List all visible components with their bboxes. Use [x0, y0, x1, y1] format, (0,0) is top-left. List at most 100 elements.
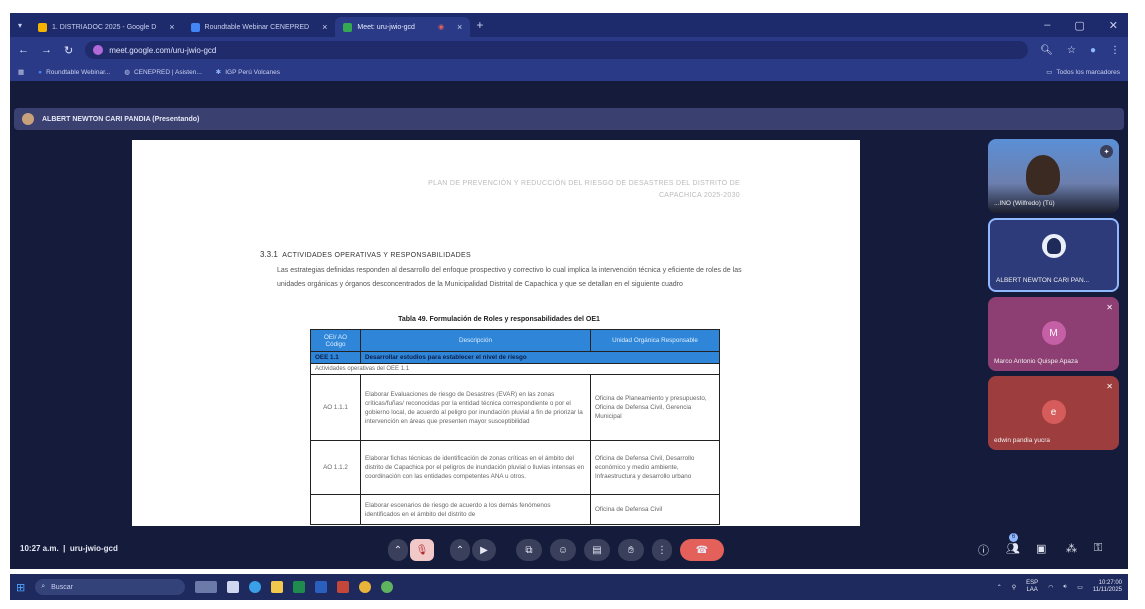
participant-tile-self[interactable]: ✦ ...INO (Wilfredo) (Tú): [988, 139, 1119, 213]
meeting-details-icon[interactable]: ⓘ: [978, 542, 989, 558]
bookmark-roundtable[interactable]: ● Roundtable Webinar...: [38, 69, 110, 76]
system-tray: ⌃ ⚲ ESP LAA ◠ 🔉︎ ▭ 10:27:00 11/11/2025: [997, 580, 1122, 594]
table-sub-label: Actividades operativas del OEE 1.1: [310, 363, 720, 375]
close-tab-icon[interactable]: ×: [322, 22, 327, 32]
tray-chevron-icon[interactable]: ⌃: [997, 584, 1002, 591]
chat-icon[interactable]: ▣: [1036, 542, 1046, 555]
section-title: ACTIVIDADES OPERATIVAS Y RESPONSABILIDAD…: [282, 252, 471, 259]
forward-icon[interactable]: →: [41, 44, 52, 56]
bookmark-star-icon[interactable]: ☆: [1067, 45, 1076, 56]
participant-tile-presenter[interactable]: ALBERT NEWTON CARI PAN...: [988, 218, 1119, 292]
pin-icon[interactable]: ✦: [1100, 145, 1113, 158]
participant-initial: e: [1041, 400, 1066, 424]
more-options-button[interactable]: ⋮: [652, 539, 672, 561]
captions-button[interactable]: ▤: [584, 539, 610, 561]
participant-name: Marco Antonio Quispe Apaza: [994, 358, 1078, 365]
close-window-icon[interactable]: ✕: [1109, 19, 1118, 32]
close-tab-icon[interactable]: ×: [169, 22, 174, 32]
search-icon: ⌕: [41, 583, 46, 590]
wifi-icon[interactable]: ◠: [1048, 584, 1053, 591]
participant-name: edwin pandia yucra: [994, 437, 1051, 444]
zoom-icon[interactable]: 🔍︎: [1040, 45, 1053, 56]
table-header-row: OEI/ AO Código Descripción Unidad Orgáni…: [310, 329, 720, 352]
apps-grid-icon[interactable]: ▦: [18, 68, 24, 76]
participant-tile-marco[interactable]: ✕ M Marco Antonio Quispe Apaza: [988, 297, 1119, 371]
table-oe-row: OEE 1.1 Desarrollar estudios para establ…: [310, 351, 720, 364]
camera-options-button[interactable]: ⌃: [450, 539, 470, 561]
table-cell-description: Elaborar fichas técnicas de identificaci…: [360, 440, 591, 495]
word-icon[interactable]: [315, 581, 328, 593]
mic-off-icon: ✕: [1106, 303, 1113, 312]
restore-icon[interactable]: ▢: [1074, 19, 1084, 32]
minimize-icon[interactable]: –: [1044, 19, 1050, 32]
meeting-controls: 10:27 a.m. | uru-jwio-gcd ⌃ 🎙︎ ⌃ ▶ ⧉ ☺ ▤…: [10, 532, 1128, 569]
profile-avatar-icon[interactable]: ●: [1090, 45, 1096, 56]
table-oe-description: Desarrollar estudios para establecer el …: [360, 351, 720, 364]
language-bottom: LAA: [1026, 587, 1038, 593]
site-info-icon[interactable]: [93, 45, 104, 55]
participant-name: ALBERT NEWTON CARI PAN...: [996, 277, 1090, 284]
excel-icon[interactable]: [293, 581, 306, 593]
weather-widget-icon[interactable]: [195, 581, 218, 593]
bookmark-label: Roundtable Webinar...: [46, 68, 111, 76]
bookmark-cenepred[interactable]: ◍ CENEPRED | Asisten...: [124, 68, 202, 77]
meeting-time: 10:27 a.m.: [20, 544, 59, 553]
bookmark-label: IGP Perú Volcanes: [225, 68, 281, 76]
presenter-bar: ALBERT NEWTON CARI PANDIA (Presentando): [14, 108, 1124, 130]
camera-toggle-button[interactable]: ▶: [472, 539, 496, 561]
bookmark-igp[interactable]: ✱ IGP Perú Volcanes: [215, 68, 281, 77]
browser-menu-icon[interactable]: ⋮: [1110, 45, 1120, 56]
captions-icon: ▤: [592, 544, 602, 556]
battery-icon[interactable]: ▭: [1077, 584, 1083, 591]
tab-label: Roundtable Webinar CENEPRED: [204, 23, 310, 31]
reload-icon[interactable]: ↻: [64, 44, 73, 57]
table-cell-unit: Oficina de Defensa Civil: [590, 494, 720, 525]
people-icon[interactable]: 👥︎ 6: [1006, 533, 1020, 555]
camera-icon: ▶: [480, 544, 488, 556]
bookmark-label: CENEPRED | Asisten...: [133, 68, 202, 76]
hand-icon: ✋︎: [628, 544, 634, 556]
tab-google-docs[interactable]: 1. DISTRIADOC 2025 - Google D ×: [30, 17, 183, 37]
tab-search-chevron-icon[interactable]: ▾: [10, 21, 30, 30]
tab-label: 1. DISTRIADOC 2025 - Google D: [52, 23, 157, 31]
participant-name: ...INO (Wilfredo) (Tú): [994, 200, 1055, 207]
new-tab-button[interactable]: +: [476, 18, 483, 32]
leave-call-button[interactable]: ☎︎: [680, 539, 724, 561]
activities-icon[interactable]: ⁂: [1066, 542, 1077, 555]
taskbar-search[interactable]: ⌕ Buscar: [35, 579, 186, 595]
url-field[interactable]: meet.google.com/uru-jwio-gcd: [85, 41, 1029, 59]
roles-table: OEI/ AO Código Descripción Unidad Orgáni…: [310, 329, 720, 525]
raise-hand-button[interactable]: ✋︎: [618, 539, 644, 561]
mic-toggle-button[interactable]: 🎙︎: [410, 539, 434, 561]
table-header-description: Descripción: [360, 329, 591, 352]
all-bookmarks-label: Todos los marcadores: [1056, 68, 1120, 76]
windows-start-icon[interactable]: ⊞: [16, 581, 25, 594]
emoji-button[interactable]: ☺: [550, 539, 576, 561]
igp-icon: ✱: [215, 69, 222, 76]
tray-app-icon[interactable]: ⚲: [1012, 584, 1016, 591]
mic-options-button[interactable]: ⌃: [388, 539, 408, 561]
taskbar-search-placeholder: Buscar: [51, 583, 73, 591]
participant-tile-edwin[interactable]: ✕ e edwin pandia yucra: [988, 376, 1119, 450]
more-vert-icon: ⋮: [657, 544, 667, 556]
volume-icon[interactable]: 🔉︎: [1063, 584, 1067, 591]
task-view-icon[interactable]: [227, 581, 240, 593]
copilot-icon[interactable]: [249, 581, 262, 593]
close-tab-icon[interactable]: ×: [457, 22, 462, 32]
tab-meet[interactable]: Meet: uru-jwio-gcd ◉ ×: [335, 17, 471, 37]
host-controls-icon[interactable]: ⚿: [1094, 542, 1102, 555]
all-bookmarks-button[interactable]: ▭ Todos los marcadores: [1046, 68, 1120, 77]
language-indicator[interactable]: ESP LAA: [1026, 580, 1038, 594]
powerpoint-icon[interactable]: [337, 581, 350, 593]
tab-roundtable-webinar[interactable]: Roundtable Webinar CENEPRED ×: [183, 17, 336, 37]
back-icon[interactable]: ←: [18, 44, 29, 56]
chrome-profile-icon[interactable]: [381, 581, 394, 593]
chrome-icon[interactable]: [359, 581, 372, 593]
participant-initial: M: [1041, 321, 1066, 345]
table-row: AO 1.1.1 Elaborar Evaluaciones de riesgo…: [310, 374, 720, 441]
file-explorer-icon[interactable]: [271, 581, 284, 593]
taskbar-clock[interactable]: 10:27:00 11/11/2025: [1093, 580, 1122, 594]
mic-off-icon: 🎙︎: [415, 544, 429, 556]
present-button[interactable]: ⧉: [516, 539, 542, 561]
tab-label: Meet: uru-jwio-gcd: [357, 23, 415, 31]
